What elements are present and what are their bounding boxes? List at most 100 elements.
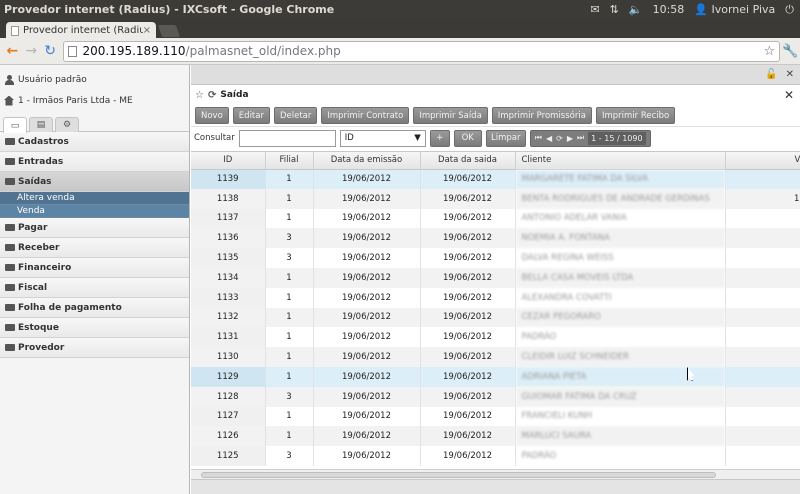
imprimir-contrato-button[interactable]: Imprimir Contrato bbox=[321, 107, 410, 124]
tab-menu[interactable]: ▭ bbox=[3, 117, 27, 133]
imprimir-recibo-button[interactable]: Imprimir Recibo bbox=[595, 107, 676, 124]
table-row[interactable]: 1131119/06/201219/06/2012PADRÃO30,0 bbox=[191, 327, 800, 348]
sidebar-menu: Cadastros Entradas Saídas Altera venda V… bbox=[0, 132, 189, 358]
cell-emissao: 19/06/2012 bbox=[313, 347, 421, 367]
cell-cliente: ALEXANDRA COVATTI bbox=[515, 287, 726, 308]
last-page-icon[interactable]: ⏭ bbox=[577, 133, 584, 143]
add-filter-button[interactable]: + bbox=[429, 129, 450, 147]
limpar-button[interactable]: Limpar bbox=[485, 129, 526, 147]
cell-cliente: DALVA REGINA WEISS bbox=[515, 248, 726, 268]
sidebar: Usuário padrão 1 - Irmãos Paris Ltda - M… bbox=[0, 65, 190, 494]
table-row[interactable]: 1132119/06/201219/06/2012CEZAR PEGORARO2… bbox=[191, 307, 800, 328]
cell-filial: 1 bbox=[265, 208, 314, 229]
cell-saida: 19/06/2012 bbox=[420, 426, 516, 447]
sidebar-item-pagar[interactable]: Pagar bbox=[0, 218, 189, 238]
network-icon[interactable]: ⇅ bbox=[610, 3, 619, 16]
table-row[interactable]: 1125319/06/201219/06/2012PADRÃO20,0 bbox=[191, 446, 800, 466]
select-value: ID bbox=[344, 133, 354, 143]
unlock-icon[interactable]: 🔓 bbox=[765, 69, 777, 80]
user-menu[interactable]: 👤 Ivornei Piva bbox=[694, 3, 775, 16]
tab-print[interactable]: ▤ bbox=[29, 117, 53, 132]
submenu-item-venda[interactable]: Venda bbox=[0, 205, 189, 218]
browser-tab[interactable]: Provedor internet (Radius × bbox=[6, 22, 156, 39]
tab-settings[interactable]: ⚙ bbox=[55, 117, 79, 132]
sidebar-item-fiscal[interactable]: Fiscal bbox=[0, 278, 189, 298]
table-row[interactable]: 1128 3 19/06/2012 19/06/2012 GUIOMAR FATIMA … bbox=[191, 386, 800, 407]
cell-cliente: ANTONIO ADELAR VANIA bbox=[515, 208, 726, 229]
table-row[interactable]: 1137 1 19/06/2012 19/06/2012 ANTONIO ADELAR … bbox=[191, 208, 800, 229]
column-header-cliente[interactable]: Cliente bbox=[515, 152, 726, 170]
sidebar-item-label: Estoque bbox=[18, 322, 59, 333]
cell-valor: 540,0 bbox=[725, 248, 800, 268]
column-header-saida[interactable]: Data da saida bbox=[420, 152, 516, 170]
search-input[interactable] bbox=[238, 129, 336, 147]
chevron-down-icon: ▼ bbox=[414, 133, 421, 143]
column-header-valor[interactable]: Valor tot bbox=[725, 152, 800, 170]
table-row[interactable]: 1139 1 19/06/2012 19/06/2012 MARGARETE FATIM… bbox=[191, 169, 800, 189]
table-row[interactable]: 1130 1 19/06/2012 19/06/2012 CLEIDIR LUIZ SC… bbox=[191, 347, 800, 367]
new-tab-button[interactable] bbox=[157, 25, 181, 37]
horizontal-scrollbar[interactable] bbox=[191, 469, 800, 479]
window-title: Provedor internet (Radius) - IXCsoft - G… bbox=[4, 3, 335, 16]
page-icon bbox=[11, 25, 19, 36]
table-row[interactable]: 1126119/06/201219/06/2012MARLUCI SAURA35… bbox=[191, 426, 800, 447]
column-header-filial[interactable]: Filial bbox=[265, 152, 314, 170]
wrench-icon[interactable]: 🔧 bbox=[780, 44, 800, 59]
sidebar-item-estoque[interactable]: Estoque bbox=[0, 318, 189, 338]
volume-icon[interactable]: 🔈 bbox=[629, 3, 643, 16]
power-icon[interactable]: ⏻ bbox=[785, 3, 794, 17]
bookmark-star-icon[interactable]: ☆ bbox=[764, 44, 776, 59]
table-row[interactable]: 1127119/06/201219/06/2012FRANCIELI KUNH9… bbox=[191, 406, 800, 427]
window-controls: 🔓 ✕ bbox=[191, 65, 800, 85]
cell-saida: 19/06/2012 bbox=[420, 188, 516, 209]
sidebar-item-folha[interactable]: Folha de pagamento bbox=[0, 298, 189, 318]
deletar-button[interactable]: Deletar bbox=[273, 107, 318, 124]
imprimir-promissoria-button[interactable]: Imprimir Promissória bbox=[491, 107, 592, 124]
cell-valor: 540,0 bbox=[725, 267, 800, 288]
clock[interactable]: 10:58 bbox=[653, 3, 685, 16]
refresh-icon[interactable]: ⟳ bbox=[208, 90, 216, 101]
favorite-star-icon[interactable]: ☆ bbox=[195, 90, 204, 101]
sidebar-item-cadastros[interactable]: Cadastros bbox=[0, 132, 189, 152]
prev-page-icon[interactable]: ◀ bbox=[546, 134, 552, 143]
search-field-select[interactable]: ID ▼ bbox=[339, 129, 426, 147]
reload-icon[interactable]: ⟳ bbox=[556, 134, 563, 143]
address-bar[interactable]: 200.195.189.110/palmasnet_old/index.php … bbox=[63, 40, 781, 62]
back-button[interactable]: ← bbox=[3, 42, 22, 61]
first-page-icon[interactable]: ⏮ bbox=[535, 133, 542, 143]
cell-valor: 660,0 bbox=[725, 366, 800, 387]
scrollbar-thumb[interactable] bbox=[201, 472, 716, 478]
close-icon[interactable]: ✕ bbox=[784, 88, 794, 102]
cell-cliente: BENTA RODRIGUES DE ANDRADE GERDINAS bbox=[515, 188, 726, 209]
table-row[interactable]: 1133 1 19/06/2012 19/06/2012 ALEXANDRA COVAT… bbox=[191, 287, 800, 308]
tab-close-icon[interactable]: × bbox=[143, 25, 151, 36]
reload-button[interactable]: ↻ bbox=[41, 42, 60, 61]
column-header-id[interactable]: ID bbox=[191, 152, 266, 170]
forward-button[interactable]: → bbox=[22, 42, 41, 61]
cell-emissao: 19/06/2012 bbox=[313, 267, 421, 288]
cell-cliente: BELLA CASA MOVEIS LTDA bbox=[515, 267, 726, 288]
editar-button[interactable]: Editar bbox=[232, 107, 270, 124]
ok-button[interactable]: OK bbox=[453, 129, 482, 147]
table-row[interactable]: 1135 3 19/06/2012 19/06/2012 DALVA REGINA WE… bbox=[191, 248, 800, 268]
table-row[interactable]: 1134 1 19/06/2012 19/06/2012 BELLA CASA MOVE… bbox=[191, 267, 800, 288]
novo-button[interactable]: Novo bbox=[195, 107, 229, 124]
pager: ⏮ ◀ ⟳ ▶ ⏭ 1 - 15 / 1090 bbox=[529, 129, 651, 147]
table-row[interactable]: 1136 3 19/06/2012 19/06/2012 NOEMIA A. FONTA… bbox=[191, 228, 800, 249]
cell-filial: 1 bbox=[265, 426, 314, 447]
sidebar-item-financeiro[interactable]: Financeiro bbox=[0, 258, 189, 278]
mail-icon[interactable]: ✉ bbox=[590, 3, 599, 16]
sidebar-item-saidas[interactable]: Saídas bbox=[0, 172, 189, 192]
table-row[interactable]: 1138 1 19/06/2012 19/06/2012 BENTA RODRIGUES… bbox=[191, 188, 800, 209]
imprimir-saida-button[interactable]: Imprimir Saída bbox=[413, 107, 488, 124]
column-header-emissao[interactable]: Data da emissão bbox=[313, 152, 421, 170]
next-page-icon[interactable]: ▶ bbox=[567, 134, 573, 143]
sidebar-item-entradas[interactable]: Entradas bbox=[0, 152, 189, 172]
home-icon bbox=[4, 95, 14, 106]
table-row[interactable]: 1129119/06/201219/06/2012ADRIANA PIETA66… bbox=[191, 366, 800, 387]
cell-valor: 70,0 bbox=[725, 169, 800, 189]
sidebar-item-provedor[interactable]: Provedor bbox=[0, 338, 189, 358]
submenu-item-altera-venda[interactable]: Altera venda bbox=[0, 192, 189, 205]
close-all-icon[interactable]: ✕ bbox=[786, 69, 794, 80]
sidebar-item-receber[interactable]: Receber bbox=[0, 238, 189, 258]
